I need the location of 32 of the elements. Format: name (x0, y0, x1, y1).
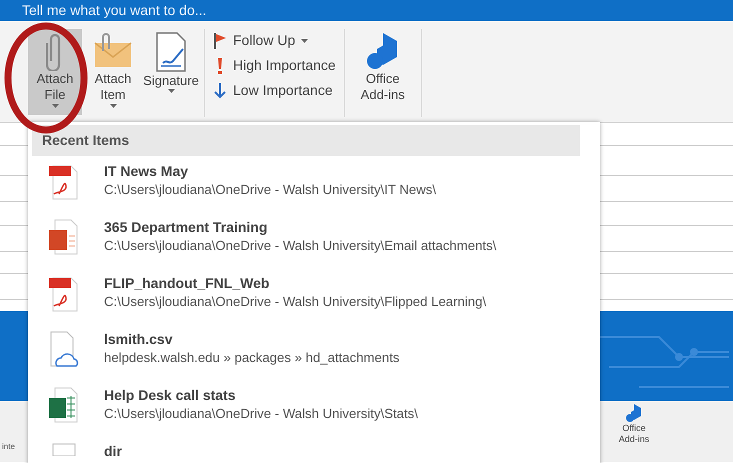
flag-icon (213, 32, 227, 50)
recent-item[interactable]: dir (32, 436, 580, 463)
ribbon-button[interactable]: Signature (144, 29, 198, 115)
ribbon-label: inte (2, 441, 15, 453)
file-name: lsmith.csv (104, 330, 174, 349)
file-name: Help Desk call stats (104, 386, 237, 405)
ribbon-button[interactable]: Attach Item (86, 29, 140, 115)
file-path: C:\Users\jloudiana\OneDrive - Walsh University\Flipped Learning\ (104, 292, 486, 311)
add-ins-icon (625, 403, 643, 423)
down-arrow-icon (213, 82, 227, 100)
recent-item[interactable]: IT News May C:\Users\jloudiana\OneDrive - Walsh University\IT News\ (32, 156, 580, 212)
menu-header: Recent Items (32, 125, 580, 156)
search-field[interactable]: Tell me what you want to do... (0, 0, 733, 21)
recent-item[interactable]: FLIP_handout_FNL_Web C:\Users\jloudiana\OneDrive - Walsh University\Flipped Learning\ (32, 268, 580, 324)
file-path: C:\Users\jloudiana\OneDrive - Walsh University\Email attachments\ (104, 236, 496, 255)
file-path: C:\Users\jloudiana\OneDrive - Walsh University\IT News\ (104, 180, 436, 199)
file-path: C:\Users\jloudiana\OneDrive - Walsh University\Stats\ (104, 404, 418, 423)
add-ins-button[interactable]: Office Add-ins (612, 403, 656, 445)
recent-item[interactable]: 365 Department Training C:\Users\jloudiana\OneDrive - Walsh University\Email attachments\ (32, 212, 580, 268)
recent-item[interactable]: Help Desk call stats C:\Users\jloudiana\OneDrive - Walsh University\Stats\ (32, 380, 580, 436)
spreadsheet-file-icon (49, 386, 79, 424)
recent-item[interactable]: lsmith.csv helpdesk.walsh.edu » packages » hd_attachments (32, 324, 580, 380)
ribbon-button[interactable]: Office Add-ins (350, 29, 415, 115)
file-name: dir (104, 442, 122, 461)
presentation-file-icon (49, 218, 79, 256)
file-name: 365 Department Training (104, 218, 268, 237)
ribbon-button[interactable]: High Importance (211, 54, 338, 77)
ribbon-button[interactable]: Low Importance (211, 79, 338, 102)
file-name: FLIP_handout_FNL_Web (104, 274, 270, 293)
ribbon-button[interactable]: Follow Up (211, 29, 338, 52)
file-path: helpdesk.walsh.edu » packages » hd_attachments (104, 348, 400, 367)
file-name: IT News May (104, 162, 190, 181)
